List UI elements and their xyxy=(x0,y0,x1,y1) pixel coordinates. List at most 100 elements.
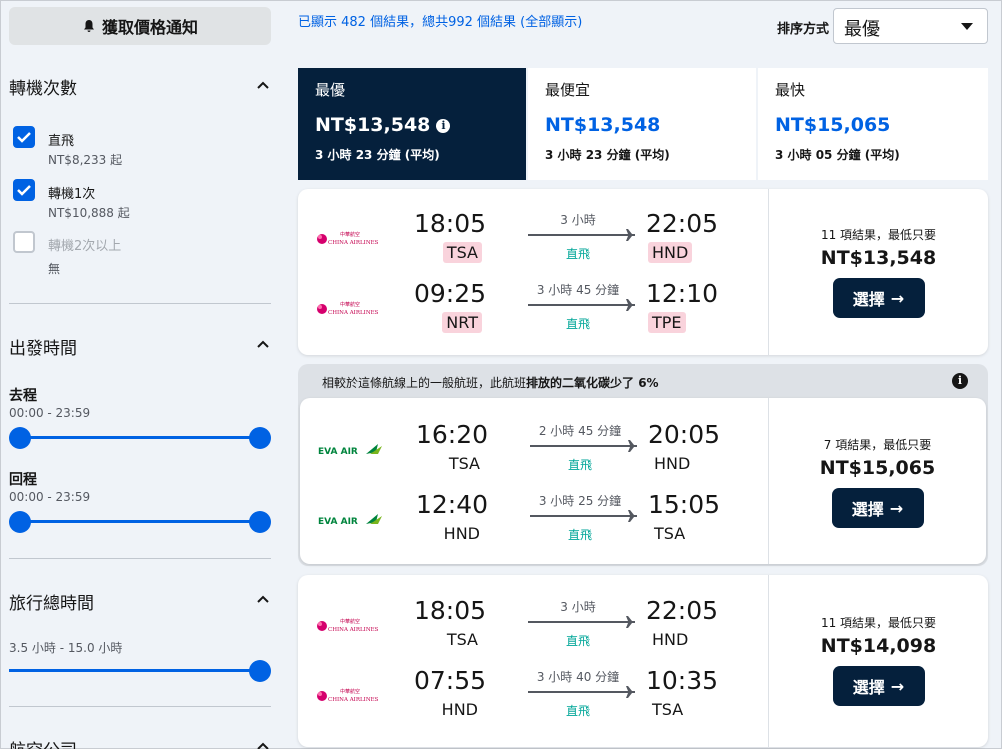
outbound-slider-track[interactable] xyxy=(19,436,261,439)
checkbox-direct[interactable] xyxy=(13,126,35,148)
route-line xyxy=(528,234,628,236)
eco-text-highlight: 排放的二氧化碳少了 6% xyxy=(526,376,659,390)
stops-label: 直飛 xyxy=(567,528,592,542)
check-icon xyxy=(17,185,31,196)
eco-banner-text: 相較於這條航線上的一般航班，此航班排放的二氧化碳少了 6% xyxy=(322,374,659,391)
price: NT$13,548 xyxy=(820,247,937,269)
flight-duration: 3 小時 40 分鐘 xyxy=(536,670,620,684)
chevron-up-icon[interactable] xyxy=(257,742,269,749)
checkbox-two-plus-stops xyxy=(13,231,35,253)
departure-time: 07:55 xyxy=(413,666,486,695)
arrival-time: 22:05 xyxy=(646,596,719,625)
plane-icon xyxy=(625,510,637,522)
stops-label: 直飛 xyxy=(565,317,590,331)
flight-leg-return: 中華航空 CHINA AIRLINES 09:25 NRT 3 小時 45 分鐘… xyxy=(298,279,768,339)
flight-result-card[interactable]: 中華航空 CHINA AIRLINES 18:05 TSA 3 小時 直飛 22… xyxy=(298,189,988,355)
divider xyxy=(9,706,271,707)
dropdown-arrow-icon xyxy=(961,23,973,30)
select-button[interactable]: 選擇 → xyxy=(832,666,925,706)
departure-airport: TSA xyxy=(442,242,482,263)
chevron-up-icon[interactable] xyxy=(257,340,269,348)
tab-cheapest[interactable]: 最便宜 NT$13,548 3 小時 23 分鐘 (平均) xyxy=(528,68,756,180)
flight-leg-outbound: 中華航空 CHINA AIRLINES 18:05 TSA 3 小時 直飛 22… xyxy=(298,596,768,656)
stops-option-price: NT$8,233 起 xyxy=(48,153,123,167)
china-airlines-logo: 中華航空 CHINA AIRLINES xyxy=(317,688,379,703)
price-alert-button[interactable]: 獲取價格通知 xyxy=(9,7,271,45)
flight-duration: 2 小時 45 分鐘 xyxy=(538,424,622,438)
route-line xyxy=(528,691,628,693)
checkbox-one-stop[interactable] xyxy=(13,179,35,201)
departure-time: 09:25 xyxy=(413,279,486,308)
departure-time: 16:20 xyxy=(415,420,488,449)
departure-time: 12:40 xyxy=(415,490,488,519)
tab-duration: 3 小時 23 分鐘 (平均) xyxy=(315,148,440,162)
svg-text:EVA AIR: EVA AIR xyxy=(318,447,358,457)
select-label: 選擇 xyxy=(852,678,885,697)
chevron-up-icon[interactable] xyxy=(257,81,269,89)
flight-duration: 3 小時 xyxy=(560,213,596,227)
plane-icon xyxy=(623,299,635,311)
duration-slider-handle[interactable] xyxy=(249,660,271,682)
stops-filter-title: 轉機次數 xyxy=(9,79,77,99)
stops-label: 直飛 xyxy=(567,458,592,472)
departure-airport: TSA xyxy=(448,454,480,473)
route-line xyxy=(530,515,630,517)
arrival-airport: TPE xyxy=(648,312,686,333)
select-label: 選擇 xyxy=(851,500,884,519)
return-label: 回程 xyxy=(9,472,37,488)
eva-air-logo: EVA AIR xyxy=(318,444,382,457)
select-button[interactable]: 選擇 → xyxy=(832,278,925,318)
duration-filter-title: 旅行總時間 xyxy=(9,594,94,614)
info-icon[interactable]: i xyxy=(436,119,451,133)
price: NT$15,065 xyxy=(819,457,936,479)
tab-label: 最便宜 xyxy=(545,81,591,99)
info-icon[interactable]: i xyxy=(952,373,968,389)
flight-leg-outbound: EVA AIR 16:20 TSA 2 小時 45 分鐘 直飛 20:05 HN… xyxy=(300,420,770,480)
stops-label: 直飛 xyxy=(565,634,590,648)
stops-option-label: 直飛 xyxy=(48,134,75,149)
return-slider-track[interactable] xyxy=(19,520,261,523)
flight-result-card[interactable]: EVA AIR 16:20 TSA 2 小時 45 分鐘 直飛 20:05 HN… xyxy=(300,398,986,564)
price-alert-label: 獲取價格通知 xyxy=(101,18,198,37)
duration-slider-track[interactable] xyxy=(9,669,261,672)
return-slider-min-handle[interactable] xyxy=(9,511,31,533)
sort-select[interactable]: 最優 xyxy=(833,8,988,44)
arrival-time: 15:05 xyxy=(648,490,721,519)
eva-air-logo: EVA AIR xyxy=(318,514,382,527)
arrival-time: 22:05 xyxy=(646,209,719,238)
plane-icon xyxy=(625,440,637,452)
divider xyxy=(9,303,271,304)
plane-icon xyxy=(623,616,635,628)
results-count-link[interactable]: 已顯示 482 個結果，總共992 個結果 (全部顯示) xyxy=(298,11,582,30)
price-panel: 11 項結果，最低只要 NT$14,098 選擇 → xyxy=(769,575,988,747)
stops-label: 直飛 xyxy=(565,704,590,718)
tab-best[interactable]: 最優 NT$13,548 i 3 小時 23 分鐘 (平均) xyxy=(298,68,526,180)
china-airlines-logo: 中華航空 CHINA AIRLINES xyxy=(317,301,379,316)
svg-text:CHINA AIRLINES: CHINA AIRLINES xyxy=(328,627,379,633)
arrival-airport: TSA xyxy=(652,700,684,719)
flight-leg-outbound: 中華航空 CHINA AIRLINES 18:05 TSA 3 小時 直飛 22… xyxy=(298,209,768,269)
stops-option-price: 無 xyxy=(48,262,61,276)
price-panel: 11 項結果，最低只要 NT$13,548 選擇 → xyxy=(769,189,988,355)
svg-text:CHINA AIRLINES: CHINA AIRLINES xyxy=(328,240,379,246)
tab-price: NT$15,065 xyxy=(775,114,891,136)
outbound-slider-min-handle[interactable] xyxy=(9,427,31,449)
stops-option-price: NT$10,888 起 xyxy=(48,206,130,220)
tab-fastest[interactable]: 最快 NT$15,065 3 小時 05 分鐘 (平均) xyxy=(758,68,988,180)
price-panel: 7 項結果，最低只要 NT$15,065 選擇 → xyxy=(769,398,986,564)
select-button[interactable]: 選擇 → xyxy=(831,488,924,528)
filter-sidebar: 獲取價格通知 轉機次數 直飛 NT$8,233 起 轉機1次 NT$10,888… xyxy=(1,1,281,749)
stops-option-label: 轉機1次 xyxy=(48,187,96,202)
duration-range: 3.5 小時 - 15.0 小時 xyxy=(9,641,123,655)
outbound-slider-max-handle[interactable] xyxy=(249,427,271,449)
divider xyxy=(9,558,271,559)
svg-text:CHINA AIRLINES: CHINA AIRLINES xyxy=(328,697,379,703)
stops-option-label: 轉機2次以上 xyxy=(48,239,122,254)
outbound-label: 去程 xyxy=(9,388,37,404)
return-slider-max-handle[interactable] xyxy=(249,511,271,533)
flight-result-card[interactable]: 中華航空 CHINA AIRLINES 18:05 TSA 3 小時 直飛 22… xyxy=(298,575,988,747)
flight-leg-return: 中華航空 CHINA AIRLINES 07:55 HND 3 小時 40 分鐘… xyxy=(298,666,768,726)
svg-text:中華航空: 中華航空 xyxy=(340,301,360,308)
chevron-up-icon[interactable] xyxy=(257,595,269,603)
check-icon xyxy=(17,132,31,143)
